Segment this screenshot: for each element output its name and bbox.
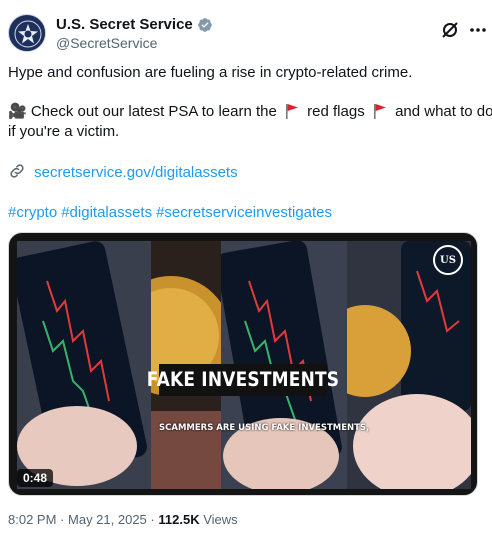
tweet-link[interactable]: secretservice.gov/digitalassets xyxy=(34,164,237,181)
tweet-text-line-2: 🎥 Check out our latest PSA to learn the … xyxy=(8,102,492,122)
video-title: FAKE INVESTMENTS xyxy=(146,368,340,392)
author-handle[interactable]: @SecretService xyxy=(56,35,157,51)
link-icon xyxy=(10,164,24,178)
grok-icon[interactable] xyxy=(440,20,460,40)
tweet-text-line-1: Hype and confusion are fueling a rise in… xyxy=(8,64,413,81)
red-flag-icon xyxy=(373,104,386,119)
tweet-header: U.S. Secret Service @SecretService xyxy=(8,10,486,54)
post-date[interactable]: May 21, 2025 xyxy=(68,512,147,527)
views-count: 112.5K xyxy=(158,512,200,527)
video-panel-far-right xyxy=(347,241,471,489)
red-flag-icon xyxy=(286,104,298,119)
display-name[interactable]: U.S. Secret Service xyxy=(56,16,193,33)
hashtag-row: #crypto #digitalassets #secretserviceinves… xyxy=(8,203,336,223)
video-duration: 0:48 xyxy=(17,469,54,487)
video-panel-phone-left xyxy=(17,241,151,489)
tweet-text-part: 🎥 Check out our latest PSA to learn the xyxy=(8,103,277,120)
tweet-text-part: and what to do xyxy=(395,103,492,120)
tweet-text-line-3: if you're a victim. xyxy=(8,123,120,140)
usss-watermark-logo: US xyxy=(433,245,463,275)
video-title-box: FAKE INVESTMENTS xyxy=(147,364,339,396)
tweet-text-part: red flags xyxy=(307,103,365,120)
hashtag-crypto[interactable]: #crypto xyxy=(8,204,57,221)
views-label: Views xyxy=(203,512,238,527)
hashtag-digitalassets[interactable]: #digitalassets xyxy=(61,204,152,221)
video-caption: SCAMMERS ARE USING FAKE INVESTMENTS, xyxy=(159,423,370,433)
video-player[interactable]: FAKE INVESTMENTS SCAMMERS ARE USING FAKE… xyxy=(8,232,478,496)
separator: · xyxy=(150,512,155,527)
avatar[interactable] xyxy=(8,14,46,52)
hashtag-secretserviceinvestigates[interactable]: #secretserviceinvestigates xyxy=(156,204,332,221)
separator: · xyxy=(60,512,65,527)
post-time[interactable]: 8:02 PM xyxy=(8,512,56,527)
tweet-link-row: secretservice.gov/digitalassets xyxy=(8,162,238,183)
more-options-icon[interactable] xyxy=(468,20,488,40)
verified-badge-icon xyxy=(197,17,212,32)
tweet-footer: 8:02 PM · May 21, 2025 · 112.5K Views xyxy=(8,512,238,527)
